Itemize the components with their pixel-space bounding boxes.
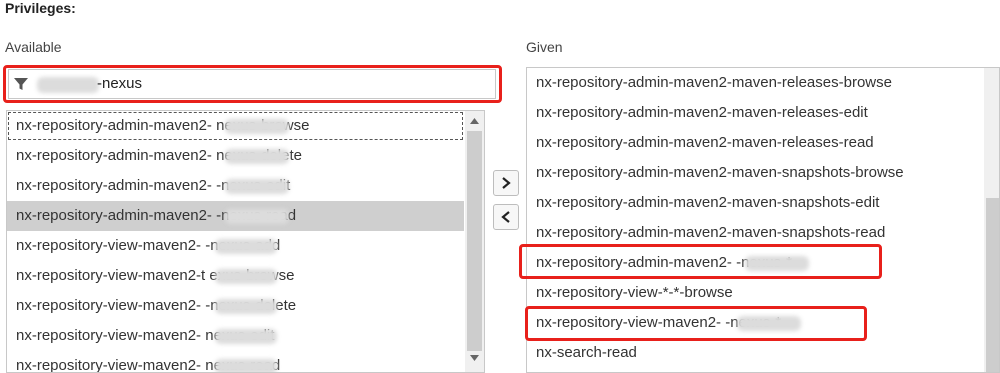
redaction-blur <box>225 179 289 194</box>
given-item[interactable]: nx-repository-admin-maven2-maven-release… <box>527 68 892 98</box>
given-label: Given <box>526 39 563 55</box>
funnel-icon <box>14 78 28 90</box>
redaction-blur <box>225 119 289 134</box>
given-item[interactable]: nx-repository-admin-maven2-maven-release… <box>527 98 868 128</box>
chevron-right-icon <box>502 177 511 189</box>
available-scrollbar-thumb[interactable] <box>467 131 482 351</box>
available-list[interactable]: nx-repository-admin-maven2- nexus-browse… <box>6 110 485 373</box>
given-item[interactable]: nx-repository-admin-maven2-maven-snapsho… <box>527 158 904 188</box>
scroll-down-arrow-icon[interactable] <box>469 354 480 362</box>
given-list[interactable]: nx-repository-admin-maven2-maven-release… <box>526 67 1000 373</box>
redaction-blur <box>215 299 277 314</box>
privileges-heading: Privileges: <box>5 0 76 16</box>
given-item[interactable]: nx-repository-view-*-*-browse <box>527 278 733 308</box>
given-item[interactable]: nx-repository-admin-maven2-maven-snapsho… <box>527 188 879 218</box>
chevron-left-icon <box>501 211 510 223</box>
available-filter-input[interactable] <box>33 75 477 92</box>
redaction-blur <box>225 149 289 164</box>
redaction-blur <box>737 316 801 331</box>
redaction-blur <box>215 359 277 372</box>
remove-privilege-button[interactable] <box>493 204 519 230</box>
redaction-blur <box>215 329 277 344</box>
scroll-up-arrow-icon[interactable] <box>469 117 480 125</box>
redaction-blur <box>225 209 289 224</box>
given-item[interactable]: nx-repository-admin-maven2-maven-snapsho… <box>527 218 885 248</box>
redaction-blur <box>215 269 277 284</box>
available-filter-field[interactable] <box>8 69 496 99</box>
redaction-blur <box>215 239 277 254</box>
given-item[interactable]: nx-search-read <box>527 338 637 368</box>
add-privilege-button[interactable] <box>493 170 519 196</box>
available-label: Available <box>5 39 62 55</box>
given-item[interactable]: nx-repository-admin-maven2-maven-release… <box>527 128 874 158</box>
given-scrollbar-thumb[interactable] <box>986 198 999 372</box>
redaction-blur <box>745 256 809 271</box>
